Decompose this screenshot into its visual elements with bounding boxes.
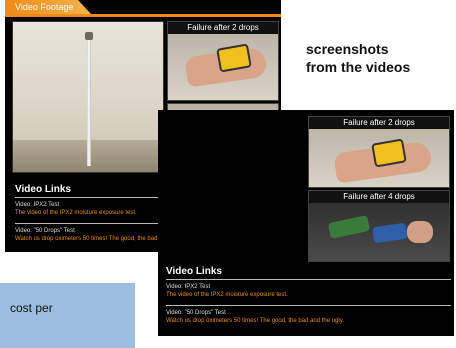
video-link-description[interactable]: Watch us drop oximeters 50 times! The go… [166,317,451,325]
device-shape-blue [372,222,408,244]
thumbnail-failure-2-drops[interactable]: Failure after 2 drops [308,116,450,188]
blue-card [0,283,135,348]
thumbnail-failure-2-drops[interactable]: Failure after 2 drops [167,21,279,101]
thumbnail-title: Failure after 2 drops [309,117,449,129]
drop-rig-clamp [85,32,93,40]
video-links-heading: Video Links [166,266,222,277]
caption-text: screenshots from the videos [306,40,456,76]
hand-shape [407,221,433,243]
caption-line-2: from the videos [306,59,411,75]
drop-rig-pole [87,36,91,166]
caption-line-1: screenshots [306,41,389,57]
thumbnail-title: Failure after 2 drops [168,22,278,34]
video-footage-tab[interactable]: Video Footage [5,0,91,14]
cost-per-text: cost per [10,301,53,315]
divider [166,279,451,280]
front-screenshot-panel: Failure after 2 drops Failure after 4 dr… [158,110,454,336]
tab-accent-strip [5,14,281,17]
thumbnail-failure-4-drops[interactable]: Failure after 4 drops [308,190,450,262]
video-link-title[interactable]: Video: "50 Drops" Test [166,309,451,317]
main-video-frame[interactable] [12,21,164,173]
thumbnail-title: Failure after 4 drops [309,191,449,203]
video-link-title[interactable]: Video: IPX2 Test [166,283,451,291]
video-links-section: Video Links Video: IPX2 Test The video o… [166,266,451,325]
device-shape-green [327,215,371,239]
divider [166,305,451,306]
video-link-description[interactable]: The video of the IPX2 moisture exposure … [166,291,451,299]
